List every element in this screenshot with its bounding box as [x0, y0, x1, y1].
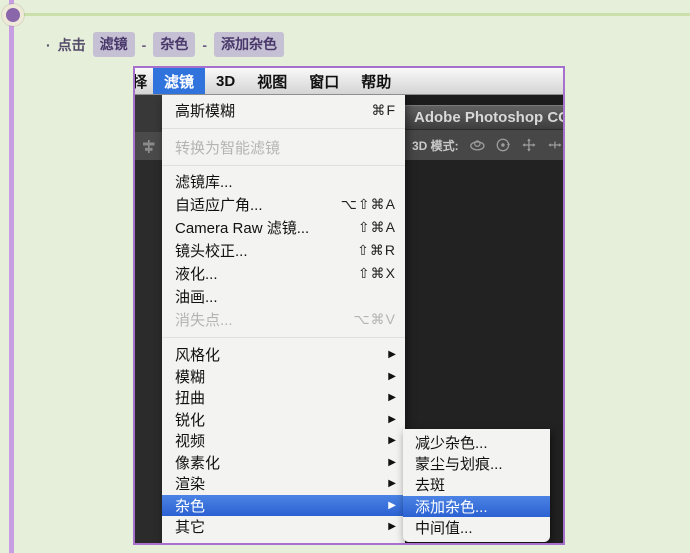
menu-item-label: 锐化 — [175, 409, 205, 430]
menu-item-render[interactable]: 渲染 ▶ — [162, 473, 405, 495]
note-separator: - — [202, 37, 207, 53]
timeline-node-dot — [6, 8, 20, 22]
note-action-text: 点击 — [58, 35, 86, 55]
menu-item-other[interactable]: 其它 ▶ — [162, 516, 405, 538]
3d-rotate-icon[interactable] — [469, 136, 486, 154]
submenu-item-despeckle[interactable]: 去斑 — [403, 474, 550, 495]
menu-item-lens-correction[interactable]: 镜头校正... ⇧⌘R — [162, 239, 405, 262]
left-options-band — [135, 132, 162, 160]
menu-item-label: 其它 — [175, 516, 205, 537]
options-bar-label: 3D 模式: — [412, 137, 459, 154]
photoshop-screenshot: 择 滤镜 3D 视图 窗口 帮助 Adobe Photoshop CC 3D 模… — [133, 66, 565, 545]
badge-noise: 杂色 — [153, 32, 195, 57]
menu-item-label: 消失点... — [175, 309, 233, 330]
submenu-item-label: 去斑 — [415, 474, 445, 495]
menu-item-convert-smart-filter: 转换为智能滤镜 — [162, 133, 405, 161]
menu-item-blur[interactable]: 模糊 ▶ — [162, 366, 405, 388]
window-title: Adobe Photoshop CC — [405, 105, 563, 129]
badge-filter: 滤镜 — [93, 32, 135, 57]
menu-item-label: 滤镜库... — [175, 171, 233, 192]
menu-item-shortcut: ⌘F — [371, 102, 396, 119]
menu-item-video[interactable]: 视频 ▶ — [162, 430, 405, 452]
menu-bar: 择 滤镜 3D 视图 窗口 帮助 — [135, 68, 563, 95]
menu-item-liquify[interactable]: 液化... ⇧⌘X — [162, 262, 405, 285]
submenu-item-reduce-noise[interactable]: 减少杂色... — [403, 432, 550, 453]
menu-item-label: 像素化 — [175, 452, 220, 473]
menu-item-label: 扭曲 — [175, 387, 205, 408]
left-app-edge — [135, 95, 162, 543]
menu-item-label: 液化... — [175, 263, 218, 284]
submenu-item-label: 中间值... — [415, 517, 473, 538]
menu-item-label: 杂色 — [175, 495, 205, 516]
submenu-arrow-icon: ▶ — [388, 349, 396, 360]
menu-item-label: 渲染 — [175, 473, 205, 494]
menu-item-shortcut: ⌥⌘V — [354, 311, 396, 328]
menu-separator — [162, 128, 405, 129]
3d-pan-icon[interactable] — [521, 136, 537, 154]
note-bullet: · — [46, 37, 51, 53]
menubar-item-3d[interactable]: 3D — [205, 68, 246, 94]
noise-submenu: 减少杂色... 蒙尘与划痕... 去斑 添加杂色... 中间值... — [403, 429, 550, 542]
menu-item-stylize[interactable]: 风格化 ▶ — [162, 344, 405, 366]
menu-item-pixelate[interactable]: 像素化 ▶ — [162, 452, 405, 474]
menu-item-label: Camera Raw 滤镜... — [175, 217, 309, 238]
menu-item-shortcut: ⇧⌘A — [358, 219, 396, 236]
menu-item-label: 模糊 — [175, 366, 205, 387]
submenu-arrow-icon: ▶ — [388, 521, 396, 532]
menubar-item-filter[interactable]: 滤镜 — [153, 68, 205, 94]
note-separator: - — [142, 37, 147, 53]
3d-slide-icon[interactable] — [547, 136, 563, 154]
submenu-item-label: 添加杂色... — [415, 496, 488, 517]
menu-item-sharpen[interactable]: 锐化 ▶ — [162, 409, 405, 431]
submenu-item-dust-and-scratches[interactable]: 蒙尘与划痕... — [403, 453, 550, 474]
menu-item-label: 自适应广角... — [175, 194, 263, 215]
menu-item-shortcut: ⇧⌘R — [357, 242, 396, 259]
filter-menu: 高斯模糊 ⌘F 转换为智能滤镜 滤镜库... 自适应广角... ⌥⇧⌘A Cam… — [162, 95, 405, 543]
step-note: · 点击 滤镜 - 杂色 - 添加杂色 — [46, 32, 284, 57]
menu-item-label: 油画... — [175, 286, 218, 307]
timeline-node-icon — [2, 4, 24, 26]
submenu-arrow-icon: ▶ — [388, 371, 396, 382]
timeline-vertical-line — [9, 0, 14, 553]
menu-separator — [162, 337, 405, 338]
menu-item-label: 高斯模糊 — [175, 100, 235, 121]
menubar-item-help[interactable]: 帮助 — [350, 68, 402, 94]
menu-item-label: 转换为智能滤镜 — [175, 137, 280, 158]
menu-item-shortcut: ⌥⇧⌘A — [341, 196, 396, 213]
menu-separator — [162, 165, 405, 166]
submenu-arrow-icon: ▶ — [388, 414, 396, 425]
badge-add-noise: 添加杂色 — [214, 32, 284, 57]
submenu-item-median[interactable]: 中间值... — [403, 517, 550, 538]
menu-item-adaptive-wide-angle[interactable]: 自适应广角... ⌥⇧⌘A — [162, 193, 405, 216]
submenu-item-add-noise[interactable]: 添加杂色... — [403, 496, 550, 517]
menu-item-filter-gallery[interactable]: 滤镜库... — [162, 170, 405, 193]
menubar-item-select[interactable]: 择 — [133, 68, 153, 94]
menubar-item-window[interactable]: 窗口 — [298, 68, 350, 94]
submenu-arrow-icon: ▶ — [388, 435, 396, 446]
menu-item-label: 风格化 — [175, 344, 220, 365]
menu-item-oil-paint[interactable]: 油画... — [162, 285, 405, 308]
submenu-arrow-icon: ▶ — [388, 392, 396, 403]
submenu-item-label: 蒙尘与划痕... — [415, 453, 503, 474]
menu-item-vanishing-point: 消失点... ⌥⌘V — [162, 308, 405, 331]
menu-item-camera-raw-filter[interactable]: Camera Raw 滤镜... ⇧⌘A — [162, 216, 405, 239]
menu-item-label: 视频 — [175, 430, 205, 451]
submenu-item-label: 减少杂色... — [415, 432, 488, 453]
3d-roll-icon[interactable] — [495, 136, 511, 154]
app-dark-strip — [405, 95, 563, 105]
options-bar: 3D 模式: — [405, 129, 563, 160]
menubar-item-view[interactable]: 视图 — [246, 68, 298, 94]
left-app-edge-top — [135, 95, 162, 132]
timeline-horizontal-line — [14, 13, 690, 16]
menu-item-gaussian-blur[interactable]: 高斯模糊 ⌘F — [162, 97, 405, 124]
submenu-arrow-icon: ▶ — [388, 478, 396, 489]
menu-item-shortcut: ⇧⌘X — [358, 265, 396, 282]
menu-item-label: 镜头校正... — [175, 240, 248, 261]
menu-item-distort[interactable]: 扭曲 ▶ — [162, 387, 405, 409]
submenu-arrow-icon: ▶ — [388, 500, 396, 511]
submenu-arrow-icon: ▶ — [388, 457, 396, 468]
align-center-icon[interactable] — [141, 139, 156, 154]
menu-item-noise[interactable]: 杂色 ▶ — [162, 495, 405, 517]
